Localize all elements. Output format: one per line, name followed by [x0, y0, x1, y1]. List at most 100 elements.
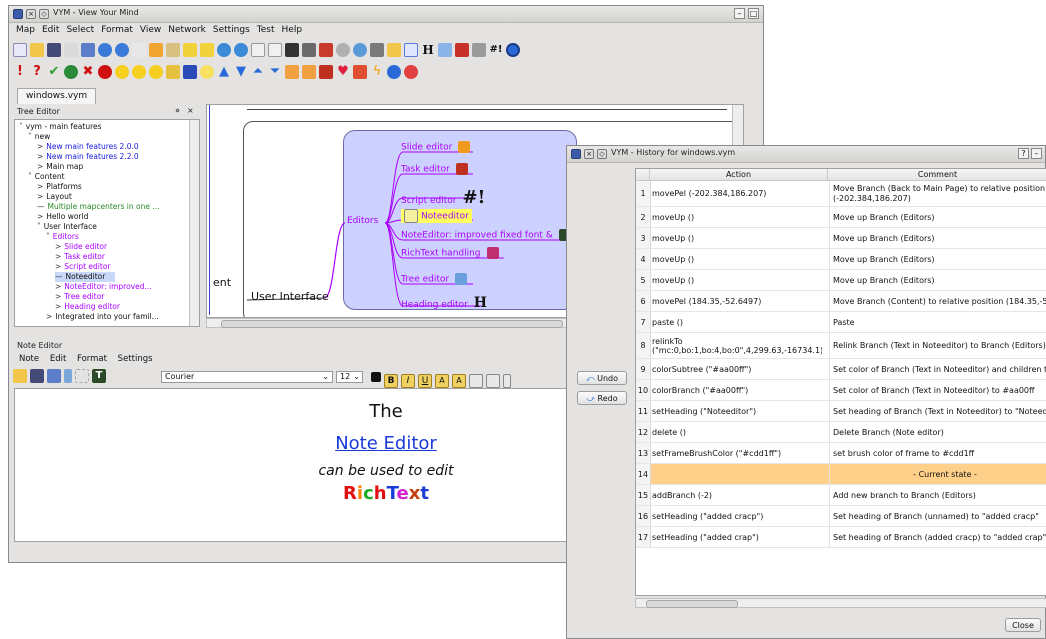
map-node[interactable]: Script editor #!	[401, 187, 485, 208]
sort-az-icon[interactable]	[251, 43, 265, 57]
tree-expander-icon[interactable]: >	[37, 182, 43, 191]
menu-test[interactable]: Test	[257, 23, 275, 38]
move-up-icon[interactable]	[217, 43, 231, 57]
note-menu-format[interactable]: Format	[77, 354, 107, 364]
thumb-down-icon[interactable]	[302, 65, 316, 79]
map-node[interactable]: Task editor	[401, 163, 468, 175]
minimize-button[interactable]: –	[734, 8, 745, 19]
tree-expander-icon[interactable]: >	[37, 152, 43, 161]
history-table[interactable]: Action Comment 1 movePel (-202.384,186.20…	[635, 168, 1046, 596]
note-export-icon[interactable]	[64, 369, 72, 383]
arrow-double-down-icon[interactable]: ⏷	[268, 65, 282, 79]
tree-row[interactable]: ˅ Editors	[46, 232, 79, 242]
subscript-icon[interactable]: A	[435, 374, 449, 388]
note-print-icon[interactable]	[47, 369, 61, 383]
node-editors[interactable]: Editors	[347, 216, 378, 226]
menu-help[interactable]: Help	[282, 23, 303, 38]
history-row[interactable]: 3 moveUp () Move up Branch (Editors)	[636, 228, 1046, 249]
superscript-icon[interactable]: A	[452, 374, 466, 388]
note-open-icon[interactable]	[13, 369, 27, 383]
arrow-up-flag-icon[interactable]: ▲	[217, 65, 231, 79]
tree-expander-icon[interactable]: ˅	[46, 232, 50, 241]
tree-expander-icon[interactable]: >	[37, 142, 43, 151]
add-branch-icon[interactable]	[183, 43, 197, 57]
maximize-button[interactable]: □	[748, 8, 759, 19]
tree-row[interactable]: > Slide editor	[55, 242, 107, 252]
open-icon[interactable]	[30, 43, 44, 57]
zoom-out-icon[interactable]	[336, 43, 350, 57]
undo-icon[interactable]	[98, 43, 112, 57]
tree-editor[interactable]: ˅ vym - main features ˅ new > New main featur…	[14, 119, 200, 327]
history-row[interactable]: 15 addBranch (-2) Add new branch to Branch…	[636, 485, 1046, 506]
smiley-omg-icon[interactable]	[149, 65, 163, 79]
pin-icon[interactable]: ◇	[39, 9, 49, 19]
close-icon[interactable]: ×	[26, 9, 36, 19]
note-menu-settings[interactable]: Settings	[118, 354, 153, 364]
text-color-icon[interactable]	[371, 372, 381, 382]
note-fixed-font-icon[interactable]: T	[92, 369, 106, 383]
menu-format[interactable]: Format	[101, 23, 133, 38]
bold-icon[interactable]: B	[384, 374, 398, 388]
history-row[interactable]: 8 relinkTo ("mc:0,bo:1,bo:4,bo:0",4,299.6…	[636, 333, 1046, 359]
clock-flag-icon[interactable]	[166, 65, 180, 79]
arrow-down-flag-icon[interactable]: ▼	[234, 65, 248, 79]
save-icon[interactable]	[47, 43, 61, 57]
history-row[interactable]: 10 colorBranch ("#aa00ff") Set color of Br…	[636, 380, 1046, 401]
tree-row[interactable]: > New main features 2.2.0	[37, 152, 139, 162]
tree-row[interactable]: ˅ new	[28, 132, 50, 142]
tree-row[interactable]: > Platforms	[37, 182, 82, 192]
tree-row[interactable]: > Hello world	[37, 212, 88, 222]
tree-row[interactable]: > Layout	[37, 192, 72, 202]
tree-expander-icon[interactable]: ˅	[28, 172, 32, 181]
tree-expander-icon[interactable]: ˅	[28, 132, 32, 141]
comment-column-header[interactable]: Comment	[828, 169, 1046, 181]
slide-editor-icon[interactable]	[472, 43, 486, 57]
cut-icon[interactable]	[149, 43, 163, 57]
tree-expander-icon[interactable]: >	[55, 252, 61, 261]
save-as-icon[interactable]	[64, 43, 78, 57]
task-editor-icon[interactable]	[455, 43, 469, 57]
smiley-good-icon[interactable]	[115, 65, 129, 79]
toggle-target-icon[interactable]	[285, 43, 299, 57]
align-right-icon[interactable]	[503, 374, 511, 388]
tree-row[interactable]: ˅ Content	[28, 172, 65, 182]
underline-icon[interactable]: U	[418, 374, 432, 388]
action-column-header[interactable]: Action	[650, 169, 828, 181]
scroll-icon[interactable]	[302, 43, 316, 57]
map-node[interactable]: Noteeditor	[401, 209, 472, 223]
redo-icon[interactable]	[115, 43, 129, 57]
history-row[interactable]: 7 paste () Paste	[636, 312, 1046, 333]
rose-flag-icon[interactable]	[319, 65, 333, 79]
note-save-icon[interactable]	[30, 369, 44, 383]
menu-select[interactable]: Select	[66, 23, 94, 38]
tree-expander-icon[interactable]: —	[37, 202, 45, 211]
tree-expander-icon[interactable]: >	[55, 302, 61, 311]
history-row[interactable]: 14 - Current state -	[636, 464, 1046, 485]
tree-expander-icon[interactable]: >	[37, 162, 43, 171]
history-pin-icon[interactable]: ◇	[597, 149, 607, 159]
lamp-flag-icon[interactable]	[200, 65, 214, 79]
present-flag-icon[interactable]	[353, 65, 367, 79]
map-node[interactable]: Tree editor	[401, 273, 468, 285]
tree-row[interactable]: > NoteEditor: improved...	[55, 282, 152, 292]
history-row[interactable]: 12 delete () Delete Branch (Note editor)	[636, 422, 1046, 443]
menu-map[interactable]: Map	[16, 23, 35, 38]
history-icon[interactable]	[506, 43, 520, 57]
arrow-double-up-icon[interactable]: ⏶	[251, 65, 265, 79]
tree-row[interactable]: — Noteeditor	[55, 272, 116, 282]
history-row[interactable]: 5 moveUp () Move up Branch (Editors)	[636, 270, 1046, 291]
help-button[interactable]: ?	[1018, 148, 1029, 159]
history-hscroll-thumb[interactable]	[646, 600, 738, 608]
float-icon[interactable]: ⋄	[175, 106, 180, 115]
tree-row[interactable]: — Multiple mapcenters in one ...	[37, 202, 159, 212]
stop-flag-icon[interactable]	[98, 65, 112, 79]
align-center-icon[interactable]	[486, 374, 500, 388]
tree-row[interactable]: ˅ User Interface	[37, 222, 97, 232]
main-titlebar[interactable]: × ◇ VYM - View Your Mind – □	[9, 6, 763, 23]
close-button[interactable]: Close	[1005, 618, 1041, 632]
pick-color-icon[interactable]	[370, 43, 384, 57]
flash-flag-icon[interactable]: ϟ	[370, 65, 384, 79]
paste-icon[interactable]	[166, 43, 180, 57]
zoom-in-icon[interactable]	[353, 43, 367, 57]
tree-row[interactable]: > Integrated into your famil...	[46, 312, 159, 322]
